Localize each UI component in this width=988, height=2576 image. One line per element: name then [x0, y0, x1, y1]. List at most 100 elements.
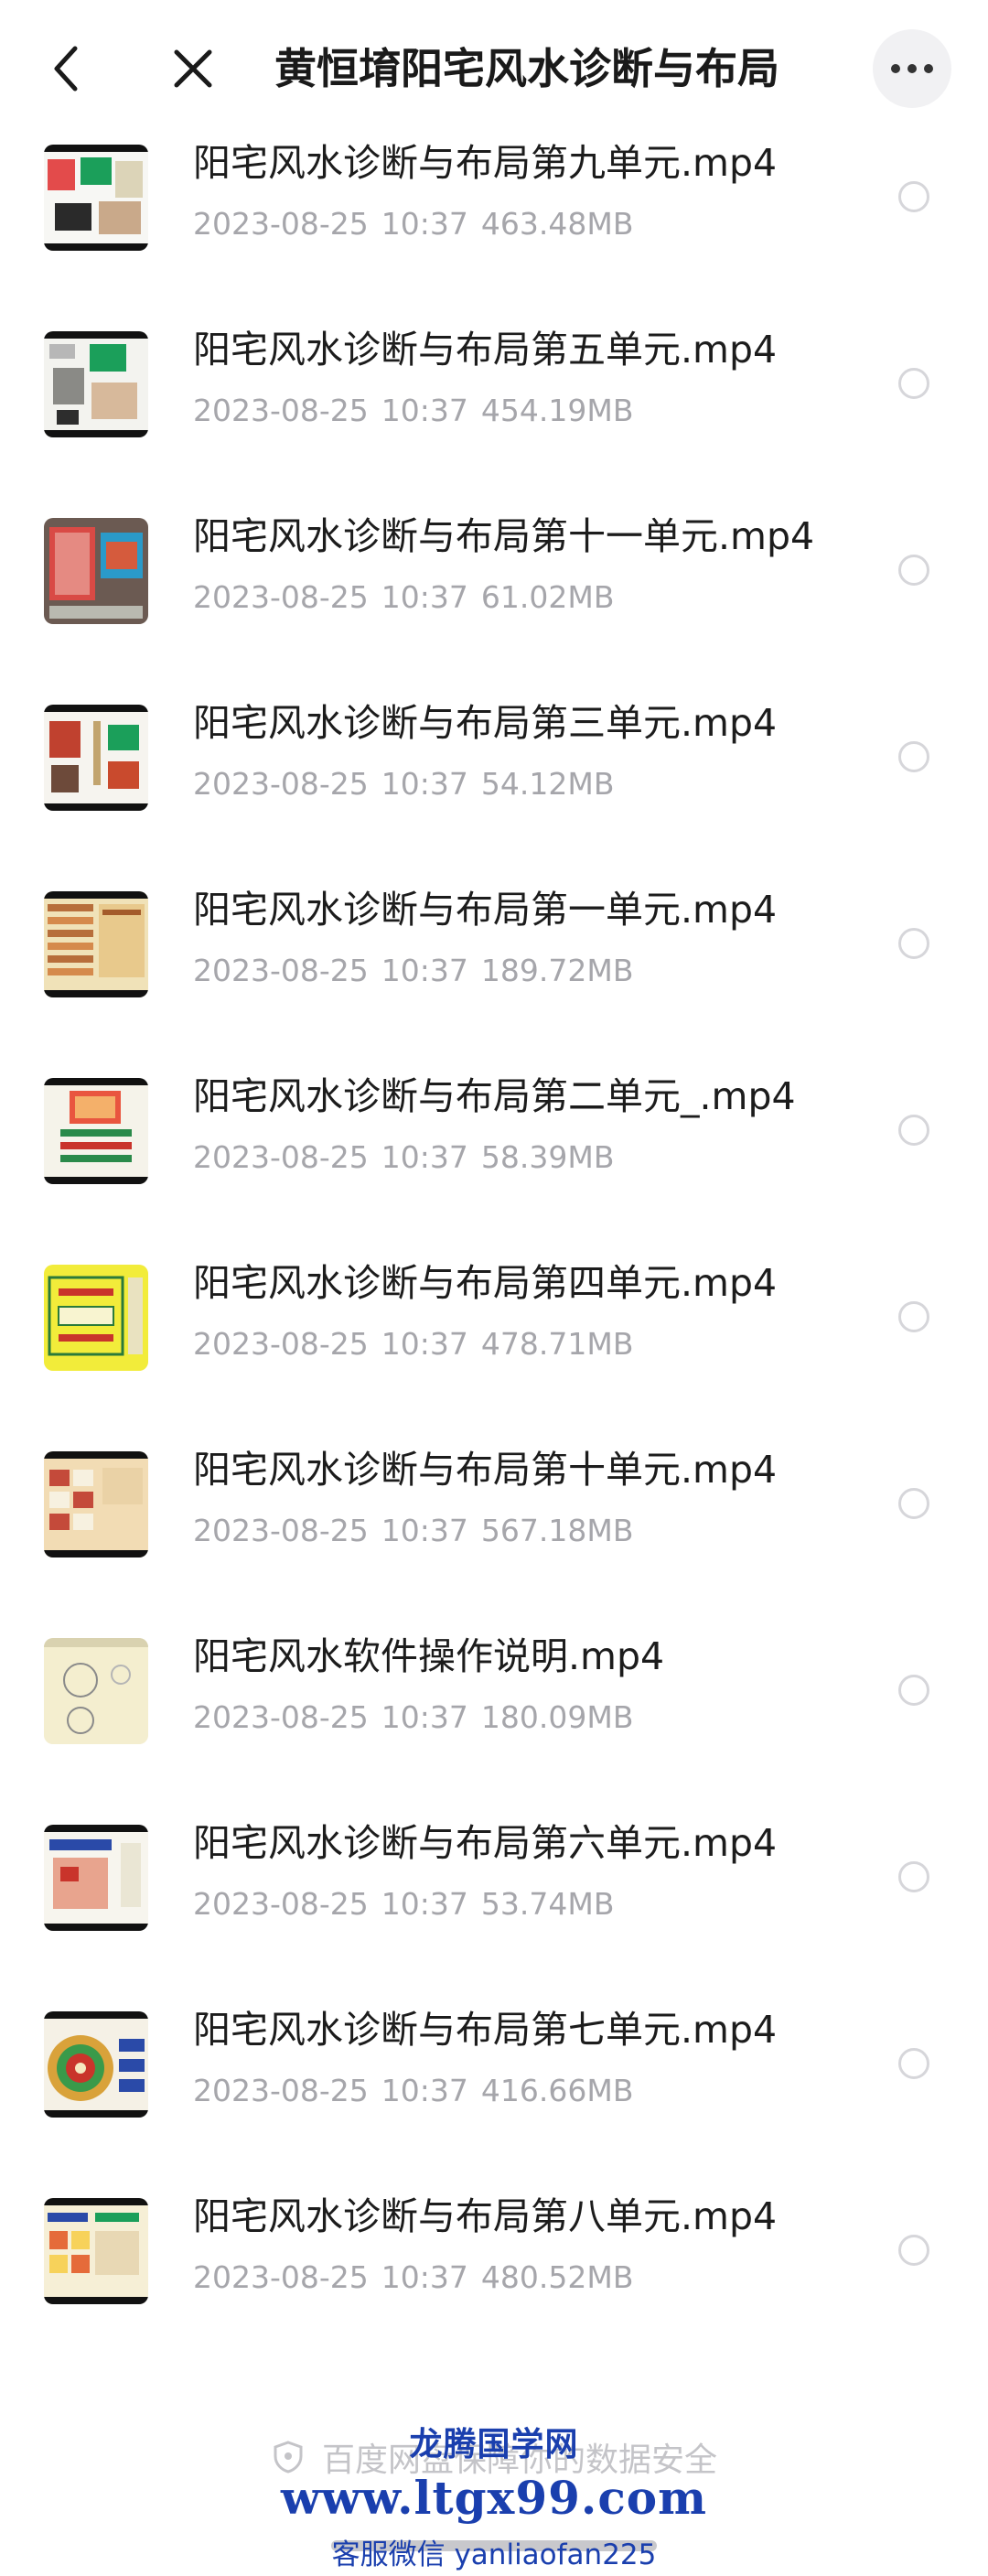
- file-time: 10:37: [381, 953, 468, 988]
- file-name: 阳宅风水诊断与布局第十单元.mp4: [193, 1448, 778, 1492]
- file-row[interactable]: 阳宅风水软件操作说明.mp4 2023-08-25 10:37 180.09MB: [0, 1600, 988, 1786]
- file-meta: 2023-08-25 10:37 454.19MB: [193, 391, 646, 431]
- video-thumbnail: [44, 891, 148, 997]
- file-time: 10:37: [381, 579, 468, 615]
- file-list: 阳宅风水诊断与布局第九单元.mp4 2023-08-25 10:37 463.48M…: [0, 137, 988, 2346]
- file-size: 58.39MB: [480, 1139, 615, 1175]
- file-size: 454.19MB: [480, 393, 634, 428]
- file-size: 54.12MB: [480, 766, 615, 802]
- select-radio[interactable]: [898, 2048, 929, 2079]
- file-date: 2023-08-25: [193, 393, 369, 428]
- file-date: 2023-08-25: [193, 2073, 369, 2108]
- file-name: 阳宅风水诊断与布局第十一单元.mp4: [193, 514, 815, 558]
- select-radio[interactable]: [898, 1675, 929, 1706]
- watermark-site-name: 龙腾国学网: [409, 2426, 579, 2463]
- select-radio[interactable]: [898, 1115, 929, 1146]
- file-date: 2023-08-25: [193, 2259, 369, 2295]
- video-thumbnail: [44, 145, 148, 251]
- file-meta: 2023-08-25 10:37 480.52MB: [193, 2258, 646, 2298]
- select-radio[interactable]: [898, 1861, 929, 1892]
- file-row[interactable]: 阳宅风水诊断与布局第三单元.mp4 2023-08-25 10:37 54.12MB: [0, 666, 988, 853]
- file-name: 阳宅风水诊断与布局第八单元.mp4: [193, 2194, 778, 2238]
- file-row[interactable]: 阳宅风水诊断与布局第八单元.mp4 2023-08-25 10:37 480.52M…: [0, 2160, 988, 2346]
- video-thumbnail: [44, 1451, 148, 1557]
- file-size: 61.02MB: [480, 579, 615, 615]
- file-name: 阳宅风水诊断与布局第七单元.mp4: [193, 2008, 778, 2052]
- file-size: 53.74MB: [480, 1886, 615, 1922]
- more-button[interactable]: [873, 29, 951, 108]
- file-size: 478.71MB: [480, 1326, 634, 1362]
- file-time: 10:37: [381, 1513, 468, 1548]
- file-date: 2023-08-25: [193, 1886, 369, 1922]
- file-name: 阳宅风水软件操作说明.mp4: [193, 1634, 665, 1678]
- file-size: 416.66MB: [480, 2073, 634, 2108]
- file-name: 阳宅风水诊断与布局第九单元.mp4: [193, 141, 778, 185]
- file-name: 阳宅风水诊断与布局第三单元.mp4: [193, 701, 778, 745]
- file-name: 阳宅风水诊断与布局第四单元.mp4: [193, 1261, 778, 1305]
- file-meta: 2023-08-25 10:37 53.74MB: [193, 1884, 627, 1924]
- file-row[interactable]: 阳宅风水诊断与布局第四单元.mp4 2023-08-25 10:37 478.71M…: [0, 1226, 988, 1413]
- select-radio[interactable]: [898, 1488, 929, 1519]
- file-meta: 2023-08-25 10:37 61.02MB: [193, 577, 627, 618]
- file-time: 10:37: [381, 206, 468, 242]
- video-thumbnail: [44, 2011, 148, 2118]
- select-radio[interactable]: [898, 928, 929, 959]
- file-date: 2023-08-25: [193, 766, 369, 802]
- file-row[interactable]: 阳宅风水诊断与布局第九单元.mp4 2023-08-25 10:37 463.48M…: [0, 106, 988, 293]
- file-date: 2023-08-25: [193, 953, 369, 988]
- select-radio[interactable]: [898, 368, 929, 399]
- video-thumbnail: [44, 1265, 148, 1371]
- video-thumbnail: [44, 518, 148, 624]
- file-meta: 2023-08-25 10:37 416.66MB: [193, 2071, 646, 2111]
- close-button[interactable]: [161, 37, 225, 101]
- file-meta: 2023-08-25 10:37 180.09MB: [193, 1698, 646, 1738]
- file-size: 463.48MB: [480, 206, 634, 242]
- file-time: 10:37: [381, 1139, 468, 1175]
- select-radio[interactable]: [898, 555, 929, 586]
- page-title: 黄恒堉阳宅风水诊断与布局: [274, 44, 779, 93]
- file-date: 2023-08-25: [193, 1139, 369, 1175]
- video-thumbnail: [44, 1638, 148, 1744]
- file-name: 阳宅风水诊断与布局第二单元_.mp4: [193, 1074, 796, 1118]
- chevron-left-icon: [54, 46, 78, 92]
- file-meta: 2023-08-25 10:37 58.39MB: [193, 1137, 627, 1178]
- file-time: 10:37: [381, 2259, 468, 2295]
- watermark-url: www.ltgx99.com: [280, 2471, 708, 2525]
- watermark-contact: 客服微信 yanliaofan225: [331, 2538, 657, 2571]
- file-meta: 2023-08-25 10:37 189.72MB: [193, 951, 646, 991]
- close-icon: [174, 49, 212, 88]
- more-horizontal-icon: [891, 64, 933, 73]
- file-date: 2023-08-25: [193, 1699, 369, 1735]
- file-row[interactable]: 阳宅风水诊断与布局第五单元.mp4 2023-08-25 10:37 454.19M…: [0, 293, 988, 480]
- file-row[interactable]: 阳宅风水诊断与布局第十一单元.mp4 2023-08-25 10:37 61.02M…: [0, 480, 988, 666]
- file-meta: 2023-08-25 10:37 54.12MB: [193, 764, 627, 804]
- file-size: 180.09MB: [480, 1699, 634, 1735]
- file-size: 189.72MB: [480, 953, 634, 988]
- file-time: 10:37: [381, 1886, 468, 1922]
- file-row[interactable]: 阳宅风水诊断与布局第二单元_.mp4 2023-08-25 10:37 58.39M…: [0, 1040, 988, 1226]
- file-time: 10:37: [381, 2073, 468, 2108]
- file-meta: 2023-08-25 10:37 463.48MB: [193, 204, 646, 244]
- back-button[interactable]: [37, 37, 95, 101]
- file-name: 阳宅风水诊断与布局第一单元.mp4: [193, 888, 778, 932]
- video-thumbnail: [44, 2198, 148, 2304]
- file-time: 10:37: [381, 1699, 468, 1735]
- select-radio[interactable]: [898, 1301, 929, 1332]
- select-radio[interactable]: [898, 741, 929, 772]
- file-size: 480.52MB: [480, 2259, 634, 2295]
- file-size: 567.18MB: [480, 1513, 634, 1548]
- video-thumbnail: [44, 1825, 148, 1931]
- file-row[interactable]: 阳宅风水诊断与布局第七单元.mp4 2023-08-25 10:37 416.66M…: [0, 1973, 988, 2160]
- video-thumbnail: [44, 705, 148, 811]
- select-radio[interactable]: [898, 181, 929, 212]
- video-thumbnail: [44, 331, 148, 437]
- file-date: 2023-08-25: [193, 206, 369, 242]
- file-meta: 2023-08-25 10:37 567.18MB: [193, 1511, 646, 1551]
- file-row[interactable]: 阳宅风水诊断与布局第一单元.mp4 2023-08-25 10:37 189.72M…: [0, 853, 988, 1040]
- file-row[interactable]: 阳宅风水诊断与布局第六单元.mp4 2023-08-25 10:37 53.74MB: [0, 1786, 988, 1973]
- file-row[interactable]: 阳宅风水诊断与布局第十单元.mp4 2023-08-25 10:37 567.18M…: [0, 1413, 988, 1600]
- select-radio[interactable]: [898, 2235, 929, 2266]
- file-name: 阳宅风水诊断与布局第六单元.mp4: [193, 1821, 778, 1865]
- file-date: 2023-08-25: [193, 579, 369, 615]
- file-name: 阳宅风水诊断与布局第五单元.mp4: [193, 328, 778, 372]
